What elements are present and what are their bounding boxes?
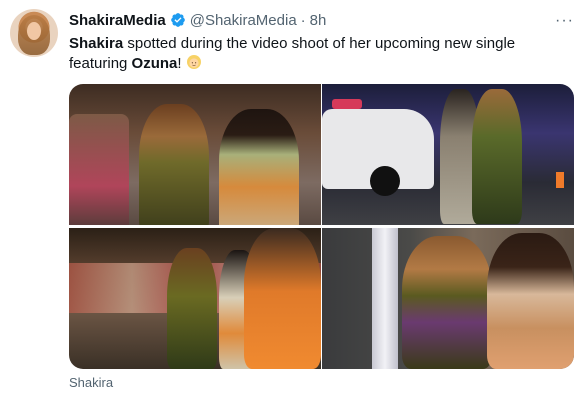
photo-4[interactable] [322, 228, 574, 369]
photo-figure [167, 248, 217, 369]
photo-figure [402, 236, 492, 369]
photo-1[interactable] [69, 84, 321, 225]
photo-figure [487, 233, 574, 369]
verified-badge-icon [170, 13, 185, 27]
media-caption: Shakira [69, 375, 114, 390]
photo-crowd [69, 114, 129, 225]
more-options-icon[interactable]: ··· [555, 12, 574, 30]
photo-figure [139, 104, 209, 225]
timestamp[interactable]: 8h [310, 12, 327, 29]
tweet-text: Shakira spotted during the video shoot o… [69, 34, 569, 74]
photo-wheel [370, 166, 400, 196]
separator-dot: · [300, 11, 306, 29]
photo-figure [472, 89, 522, 224]
mention-ozuna: Ozuna [131, 55, 178, 72]
tweet-text-end: ! [177, 55, 182, 72]
person-blond-hair-emoji [186, 55, 201, 69]
photo-cone [556, 172, 564, 188]
avatar-face [27, 22, 41, 40]
photo-3[interactable] [69, 228, 321, 369]
photo-pillar [372, 228, 398, 369]
display-name[interactable]: ShakiraMedia [69, 12, 166, 29]
photo-2[interactable] [322, 84, 574, 225]
user-handle[interactable]: @ShakiraMedia [190, 12, 297, 29]
media-grid [69, 84, 574, 369]
photo-vest-person [244, 228, 321, 369]
mention-shakira: Shakira [69, 35, 124, 52]
photo-light [332, 99, 362, 109]
tweet-card[interactable]: ShakiraMedia @ShakiraMedia · 8h ··· Shak… [0, 0, 588, 403]
tweet-header: ShakiraMedia @ShakiraMedia · 8h [69, 10, 326, 30]
avatar[interactable] [10, 9, 58, 57]
photo-figure [219, 109, 299, 225]
